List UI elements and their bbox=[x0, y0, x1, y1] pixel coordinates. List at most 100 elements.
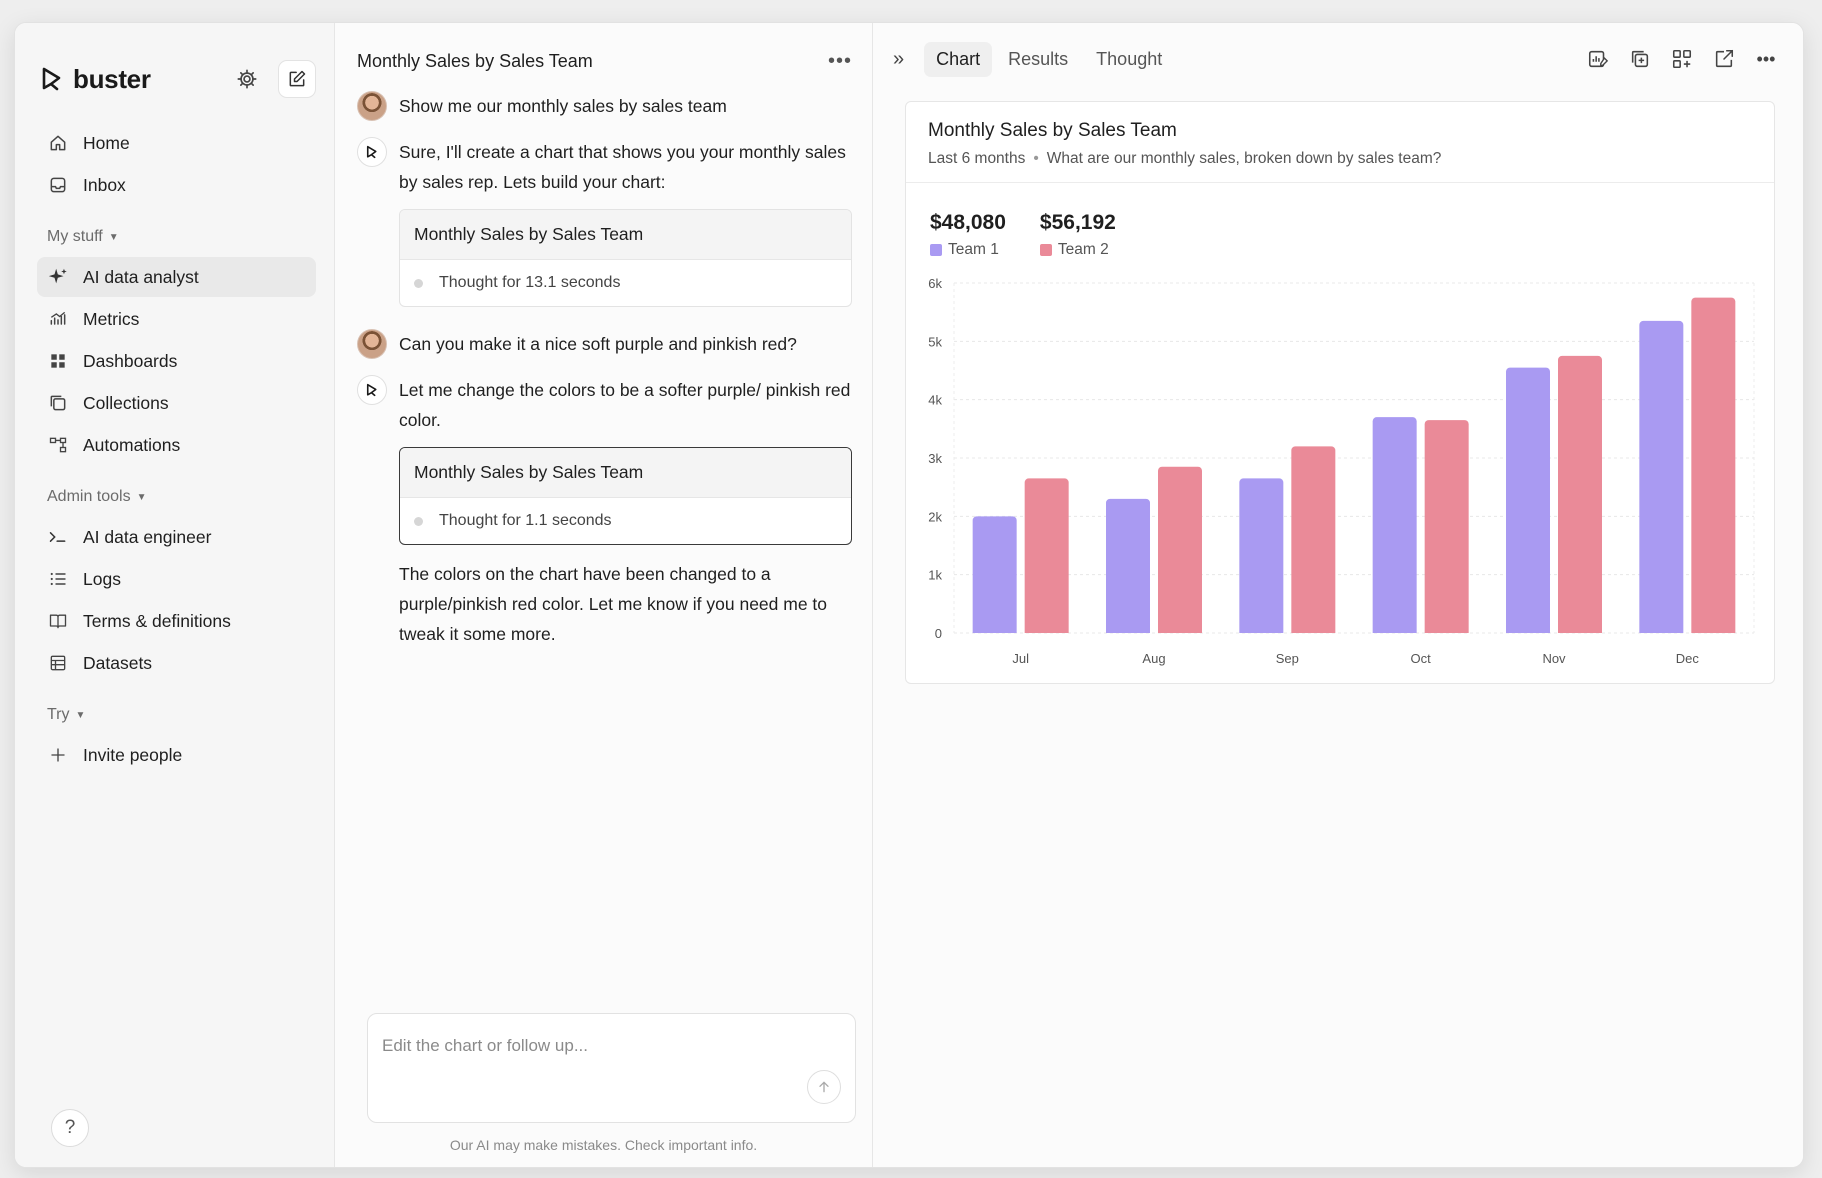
sidebar-item-label: Inbox bbox=[83, 174, 126, 195]
section-try[interactable]: Try ▼ bbox=[37, 703, 316, 727]
chart-legend-metrics: $48,080 Team 1 $56,192 Team 2 bbox=[906, 183, 1774, 263]
bar-chart: 0 1k 2k 3k 4k 5k 6k Jul Aug Sep Oct Nov Dec bbox=[928, 276, 1755, 666]
metric-value: $48,080 bbox=[930, 211, 1006, 234]
user-avatar bbox=[357, 91, 387, 121]
legend-swatch bbox=[930, 244, 942, 256]
x-tick-label: Dec bbox=[1676, 651, 1700, 666]
x-tick-label: Jul bbox=[1012, 651, 1029, 666]
add-to-collection-button[interactable] bbox=[1627, 46, 1653, 72]
sidebar-item-label: Home bbox=[83, 132, 130, 153]
chat-panel: Monthly Sales by Sales Team ••• Show me … bbox=[335, 23, 873, 1167]
share-icon bbox=[1715, 49, 1734, 68]
sidebar-item-label: AI data engineer bbox=[83, 526, 212, 547]
message-text: The colors on the chart have been change… bbox=[399, 564, 828, 644]
buster-logo-icon bbox=[366, 383, 377, 397]
workflow-icon bbox=[47, 434, 69, 456]
card-status: Thought for 13.1 seconds bbox=[400, 260, 851, 306]
section-my-stuff[interactable]: My stuff ▼ bbox=[37, 225, 316, 249]
sidebar-item-label: AI data analyst bbox=[83, 266, 199, 287]
chat-input-box bbox=[367, 1013, 856, 1123]
sidebar-item-label: Metrics bbox=[83, 308, 140, 329]
sidebar-item-ai-data-analyst[interactable]: AI data analyst bbox=[37, 257, 316, 297]
sidebar-item-invite-people[interactable]: Invite people bbox=[37, 735, 316, 775]
chart-reference-card[interactable]: Monthly Sales by Sales Team Thought for … bbox=[399, 209, 852, 307]
y-tick-label: 1k bbox=[928, 568, 942, 583]
bar-team-1-jul bbox=[972, 516, 1017, 633]
buster-logo-icon bbox=[366, 145, 377, 159]
more-options-icon[interactable]: ••• bbox=[1753, 46, 1779, 72]
sidebar-item-label: Automations bbox=[83, 434, 181, 455]
y-tick-label: 3k bbox=[928, 451, 942, 466]
x-tick-label: Sep bbox=[1276, 651, 1299, 666]
tab-chart[interactable]: Chart bbox=[924, 41, 993, 77]
follow-up-input[interactable] bbox=[382, 1036, 841, 1056]
tab-results[interactable]: Results bbox=[996, 42, 1080, 77]
caret-down-icon: ▼ bbox=[75, 709, 86, 721]
chat-title: Monthly Sales by Sales Team bbox=[357, 50, 593, 71]
help-button[interactable]: ? bbox=[51, 1109, 89, 1147]
section-label-text: Try bbox=[47, 706, 70, 723]
message-text: Let me change the colors to be a softer … bbox=[399, 380, 851, 430]
more-options-icon[interactable]: ••• bbox=[828, 50, 852, 73]
chevrons-right-icon[interactable]: » bbox=[893, 48, 904, 71]
bar-team-2-aug bbox=[1158, 466, 1202, 633]
brand-name: buster bbox=[73, 63, 151, 94]
sidebar-item-label: Invite people bbox=[83, 744, 183, 765]
chat-header: Monthly Sales by Sales Team ••• bbox=[357, 45, 852, 77]
new-chat-button[interactable] bbox=[278, 60, 316, 98]
assistant-avatar bbox=[357, 137, 387, 167]
edit-chart-button[interactable] bbox=[1585, 46, 1611, 72]
sidebar-item-home[interactable]: Home bbox=[37, 123, 316, 163]
section-label-text: Admin tools bbox=[47, 488, 131, 505]
legend-label: Team 1 bbox=[948, 241, 999, 258]
message-text: Can you make it a nice soft purple and p… bbox=[399, 334, 797, 354]
user-avatar bbox=[357, 329, 387, 359]
user-message: Can you make it a nice soft purple and p… bbox=[357, 329, 852, 359]
send-button[interactable] bbox=[807, 1070, 841, 1104]
status-dot-icon bbox=[414, 278, 423, 288]
sidebar-item-label: Collections bbox=[83, 392, 169, 413]
chart-subtitle: Last 6 months • What are our monthly sal… bbox=[928, 150, 1752, 168]
sidebar-item-metrics[interactable]: Metrics bbox=[37, 299, 316, 339]
sparkle-icon bbox=[47, 266, 69, 288]
card-title: Monthly Sales by Sales Team bbox=[400, 448, 851, 498]
bar-team-2-nov bbox=[1558, 355, 1602, 633]
collection-add-icon bbox=[1631, 50, 1649, 68]
chart-edit-icon bbox=[1588, 50, 1609, 68]
bar-team-1-sep bbox=[1239, 478, 1284, 633]
gear-icon bbox=[237, 69, 257, 89]
chart-reference-card-selected[interactable]: Monthly Sales by Sales Team Thought for … bbox=[399, 447, 852, 545]
caret-down-icon: ▼ bbox=[136, 491, 147, 503]
share-button[interactable] bbox=[1711, 46, 1737, 72]
assistant-avatar bbox=[357, 375, 387, 405]
tab-thought[interactable]: Thought bbox=[1084, 42, 1174, 77]
add-to-dashboard-button[interactable] bbox=[1669, 46, 1695, 72]
bar-team-2-oct bbox=[1424, 420, 1469, 633]
card-title: Monthly Sales by Sales Team bbox=[400, 210, 851, 260]
bar-team-2-jul bbox=[1024, 478, 1069, 633]
plus-icon bbox=[47, 744, 69, 766]
sidebar-item-datasets[interactable]: Datasets bbox=[37, 643, 316, 683]
sidebar-item-logs[interactable]: Logs bbox=[37, 559, 316, 599]
sidebar-item-ai-data-engineer[interactable]: AI data engineer bbox=[37, 517, 316, 557]
y-tick-label: 0 bbox=[935, 626, 942, 641]
message-text: Sure, I'll create a chart that shows you… bbox=[399, 142, 846, 192]
sidebar-item-inbox[interactable]: Inbox bbox=[37, 165, 316, 205]
grid-icon bbox=[47, 350, 69, 372]
assistant-message: Sure, I'll create a chart that shows you… bbox=[357, 137, 852, 313]
sidebar-item-collections[interactable]: Collections bbox=[37, 383, 316, 423]
compose-icon bbox=[289, 70, 306, 87]
sidebar-item-terms[interactable]: Terms & definitions bbox=[37, 601, 316, 641]
bar-team-2-sep bbox=[1291, 446, 1336, 633]
metric-team-1[interactable]: $48,080 Team 1 bbox=[930, 211, 1006, 259]
sidebar-item-automations[interactable]: Automations bbox=[37, 425, 316, 465]
caret-down-icon: ▼ bbox=[108, 231, 119, 243]
section-admin-tools[interactable]: Admin tools ▼ bbox=[37, 485, 316, 509]
metric-team-2[interactable]: $56,192 Team 2 bbox=[1039, 211, 1116, 259]
section-label-text: My stuff bbox=[47, 228, 103, 245]
settings-button[interactable] bbox=[228, 60, 266, 98]
sidebar-item-dashboards[interactable]: Dashboards bbox=[37, 341, 316, 381]
separator-dot: • bbox=[1033, 150, 1039, 167]
sidebar-item-label: Dashboards bbox=[83, 350, 178, 371]
user-message: Show me our monthly sales by sales team bbox=[357, 91, 852, 121]
